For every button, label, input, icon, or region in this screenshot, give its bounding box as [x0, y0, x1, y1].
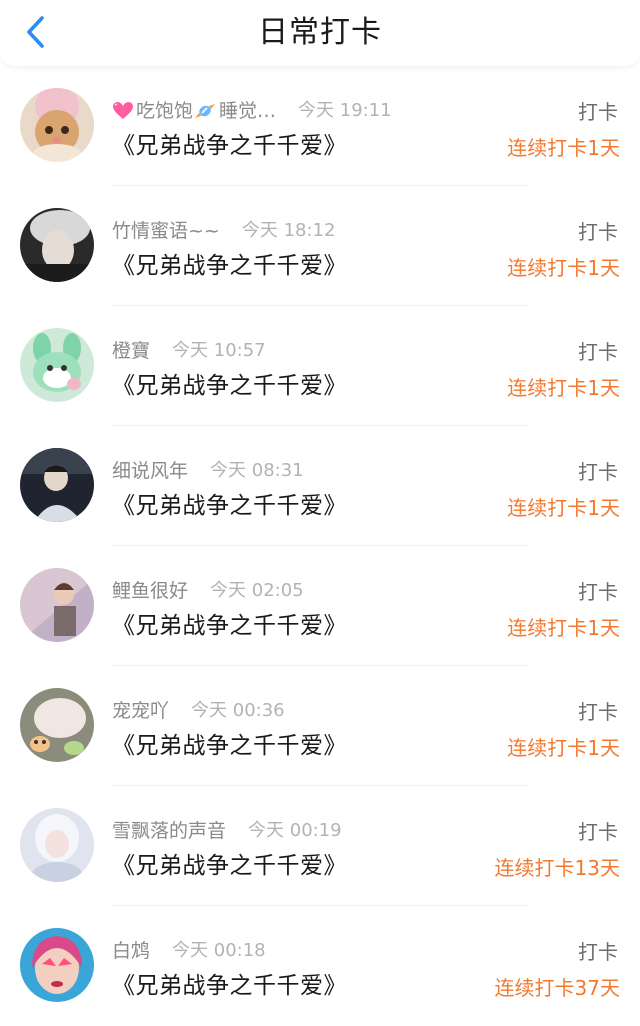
checkin-time: 今天 10:57 — [172, 340, 266, 361]
checkin-button[interactable]: 打卡 — [578, 816, 618, 845]
entry-meta: 竹情蜜语~~ 今天 18:12 — [112, 216, 335, 242]
user-name[interactable]: 雪飘落的声音 — [112, 816, 226, 843]
list-item[interactable]: 宠宠吖 今天 00:36 《兄弟战争之千千爱》 打卡 连续打卡1天 — [0, 666, 640, 786]
list-item[interactable]: 鲤鱼很好 今天 02:05 《兄弟战争之千千爱》 打卡 连续打卡1天 — [0, 546, 640, 666]
streak-badge: 连续打卡1天 — [507, 616, 620, 640]
book-title[interactable]: 《兄弟战争之千千爱》 — [112, 126, 347, 160]
avatar[interactable] — [20, 928, 94, 1002]
list-item[interactable]: 雪飘落的声音 今天 00:19 《兄弟战争之千千爱》 打卡 连续打卡13天 — [0, 786, 640, 906]
checkin-button[interactable]: 打卡 — [578, 336, 618, 365]
entry-meta: 橙寶 今天 10:57 — [112, 336, 266, 362]
entry-meta: 细说风年 今天 08:31 — [112, 456, 304, 482]
avatar[interactable] — [20, 808, 94, 882]
checkin-time: 今天 18:12 — [241, 220, 336, 241]
entry-meta: 鲤鱼很好 今天 02:05 — [112, 576, 304, 602]
entry-meta: 宠宠吖 今天 00:36 — [112, 696, 285, 722]
book-title[interactable]: 《兄弟战争之千千爱》 — [112, 726, 347, 760]
user-name[interactable]: 白鸩 — [112, 936, 150, 963]
checkin-time: 今天 08:31 — [210, 460, 304, 481]
book-title[interactable]: 《兄弟战争之千千爱》 — [112, 486, 347, 520]
list-item[interactable]: 橙寶 今天 10:57 《兄弟战争之千千爱》 打卡 连续打卡1天 — [0, 306, 640, 426]
list-item[interactable]: 吃饱饱 睡觉… 今天 19:11 《兄弟战争之千千爱》 打卡 连续打卡1天 — [0, 66, 640, 186]
avatar[interactable] — [20, 688, 94, 762]
user-name[interactable]: 宠宠吖 — [112, 696, 169, 723]
book-title[interactable]: 《兄弟战争之千千爱》 — [112, 846, 347, 880]
user-name[interactable]: 橙寶 — [112, 336, 150, 363]
book-title[interactable]: 《兄弟战争之千千爱》 — [112, 606, 347, 640]
entry-meta: 吃饱饱 睡觉… 今天 19:11 — [112, 96, 392, 122]
heart-icon — [113, 102, 133, 119]
checkin-time: 今天 00:36 — [191, 700, 285, 721]
user-name[interactable]: 鲤鱼很好 — [112, 576, 188, 603]
avatar[interactable] — [20, 568, 94, 642]
list-item[interactable]: 白鸩 今天 00:18 《兄弟战争之千千爱》 打卡 连续打卡37天 — [0, 906, 640, 1026]
streak-badge: 连续打卡13天 — [494, 856, 620, 880]
checkin-time: 今天 00:19 — [248, 820, 342, 841]
checkin-button[interactable]: 打卡 — [578, 96, 618, 125]
streak-badge: 连续打卡1天 — [507, 256, 620, 280]
checkin-button[interactable]: 打卡 — [578, 696, 618, 725]
list-item[interactable]: 细说风年 今天 08:31 《兄弟战争之千千爱》 打卡 连续打卡1天 — [0, 426, 640, 546]
list-item[interactable]: 竹情蜜语~~ 今天 18:12 《兄弟战争之千千爱》 打卡 连续打卡1天 — [0, 186, 640, 306]
checkin-list: 吃饱饱 睡觉… 今天 19:11 《兄弟战争之千千爱》 打卡 连续打卡1天 竹情… — [0, 66, 640, 1026]
avatar[interactable] — [20, 448, 94, 522]
streak-badge: 连续打卡1天 — [507, 136, 620, 160]
book-title[interactable]: 《兄弟战争之千千爱》 — [112, 246, 347, 280]
checkin-time: 今天 19:11 — [298, 100, 392, 121]
streak-badge: 连续打卡1天 — [507, 376, 620, 400]
checkin-time: 今天 02:05 — [210, 580, 304, 601]
book-title[interactable]: 《兄弟战争之千千爱》 — [112, 966, 347, 1000]
streak-badge: 连续打卡37天 — [494, 976, 620, 1000]
entry-meta: 雪飘落的声音 今天 00:19 — [112, 816, 342, 842]
page-title: 日常打卡 — [258, 15, 382, 50]
user-name[interactable]: 竹情蜜语~~ — [112, 216, 220, 243]
streak-badge: 连续打卡1天 — [507, 496, 620, 520]
user-name[interactable]: 吃饱饱 睡觉… — [112, 96, 276, 123]
book-title[interactable]: 《兄弟战争之千千爱》 — [112, 366, 347, 400]
user-name[interactable]: 细说风年 — [112, 456, 188, 483]
checkin-button[interactable]: 打卡 — [578, 936, 618, 965]
checkin-button[interactable]: 打卡 — [578, 576, 618, 605]
user-name-part-2: 睡觉… — [219, 99, 277, 122]
avatar[interactable] — [20, 328, 94, 402]
checkin-button[interactable]: 打卡 — [578, 456, 618, 485]
streak-badge: 连续打卡1天 — [507, 736, 620, 760]
entry-meta: 白鸩 今天 00:18 — [112, 936, 266, 962]
candy-icon — [195, 104, 216, 118]
user-name-part-1: 吃饱饱 — [136, 99, 194, 122]
avatar[interactable] — [20, 88, 94, 162]
checkin-button[interactable]: 打卡 — [578, 216, 618, 245]
nav-bar: 日常打卡 — [0, 0, 640, 66]
checkin-time: 今天 00:18 — [172, 940, 266, 961]
avatar[interactable] — [20, 208, 94, 282]
